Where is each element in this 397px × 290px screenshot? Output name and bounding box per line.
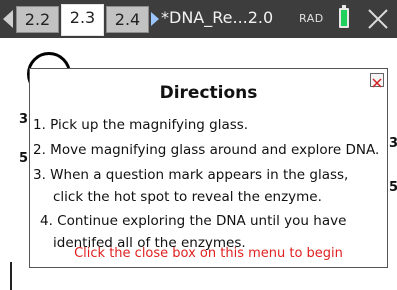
strand-label-left-top: 3	[19, 112, 29, 127]
direction-step: 2. Move magnifying glass around and expl…	[33, 142, 380, 158]
battery-icon	[339, 8, 349, 28]
tab-2-4[interactable]: 2.4	[106, 6, 149, 33]
directions-title: Directions	[159, 83, 258, 103]
document-title[interactable]: *DNA_Re...2.0	[161, 8, 273, 27]
strand-label-left-bottom: 5	[19, 151, 29, 166]
direction-step: 4. Continue exploring the DNA until you …	[40, 213, 347, 229]
direction-step-continued: click the hot spot to reveal the enzyme.	[53, 189, 322, 205]
direction-step: 1. Pick up the magnifying glass.	[33, 117, 249, 133]
scroll-left-arrow-icon[interactable]	[3, 10, 13, 28]
close-document-icon[interactable]	[366, 7, 390, 31]
tab-2-3[interactable]: 2.3	[61, 4, 104, 36]
angle-mode-indicator: RAD	[299, 12, 324, 25]
direction-step: 3. When a question mark appears in the g…	[33, 167, 349, 183]
begin-instruction: Click the close box on this menu to begi…	[74, 246, 343, 261]
document-arrow-icon	[151, 12, 159, 26]
top-bar: 2.2 2.3 2.4 *DNA_Re...2.0 RAD	[0, 0, 397, 38]
strand-label-right-bottom: 5'	[389, 180, 397, 195]
canvas-edge-line	[10, 262, 12, 290]
strand-label-right-top: 3'	[389, 136, 397, 151]
directions-panel: Directions 1. Pick up the magnifying gla…	[29, 68, 388, 268]
tab-2-2[interactable]: 2.2	[16, 6, 59, 33]
